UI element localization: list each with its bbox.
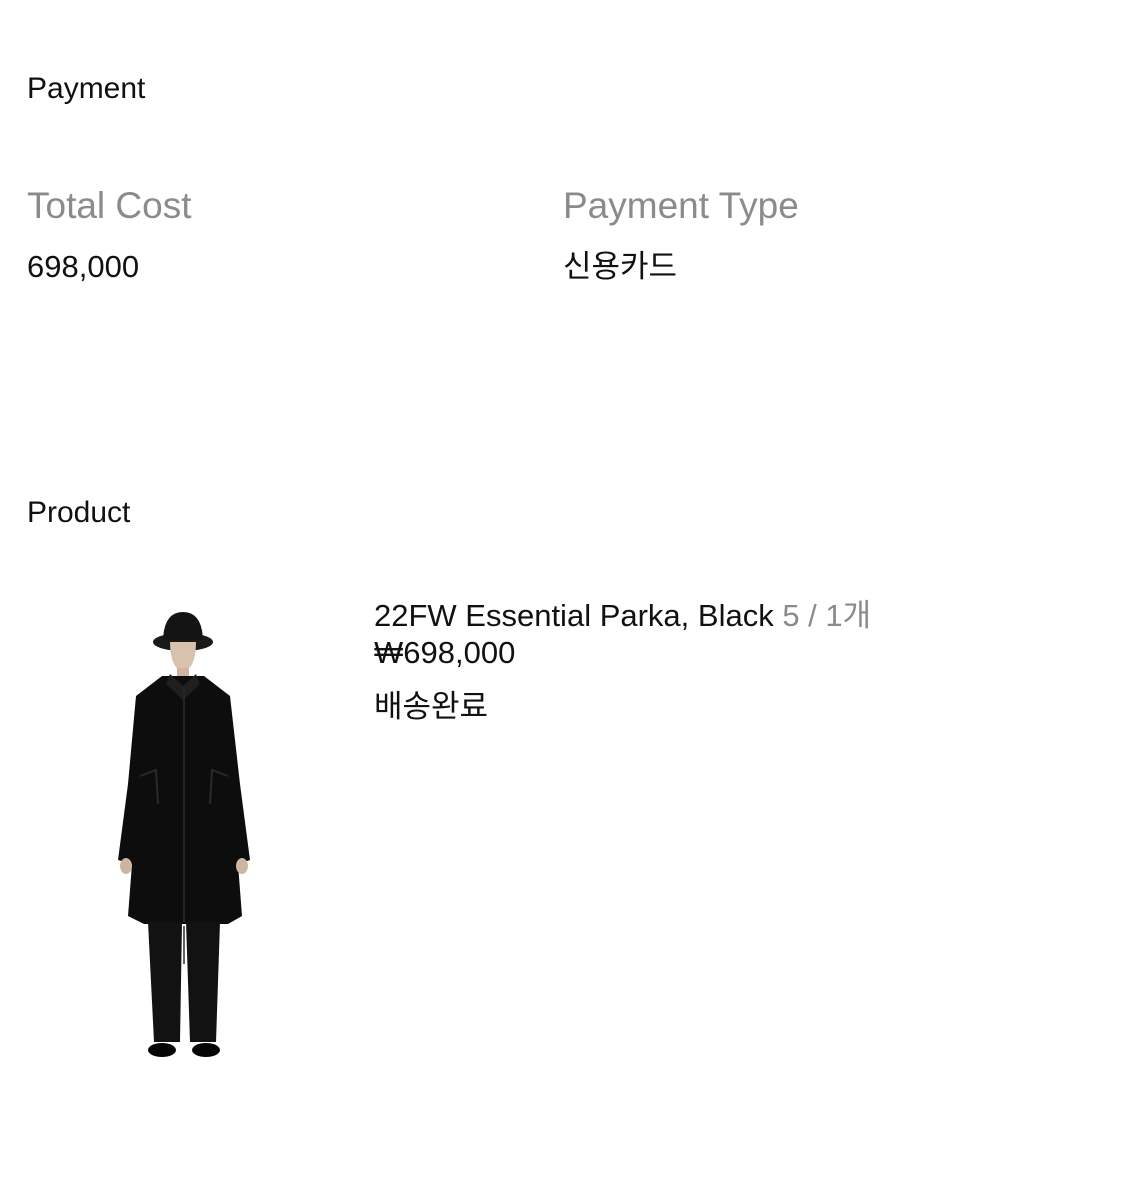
product-name-line: 22FW Essential Parka, Black 5 / 1개 (374, 597, 871, 634)
product-image[interactable] (100, 604, 270, 1064)
payment-type-value: 신용카드 (563, 249, 678, 284)
payment-type-label: Payment Type (563, 185, 799, 226)
product-price: ₩698,000 (374, 635, 516, 670)
total-cost-label: Total Cost (27, 185, 192, 226)
delivery-status: 배송완료 (374, 689, 489, 724)
product-option: 5 / 1개 (782, 598, 872, 633)
product-section-title: Product (27, 496, 131, 529)
product-name[interactable]: 22FW Essential Parka, Black (374, 598, 774, 633)
payment-section-title: Payment (27, 72, 146, 105)
person-wearing-black-parka-image (118, 612, 250, 1057)
product-item: 22FW Essential Parka, Black 5 / 1개 ₩698,… (374, 597, 871, 725)
total-cost-value: 698,000 (27, 249, 140, 284)
